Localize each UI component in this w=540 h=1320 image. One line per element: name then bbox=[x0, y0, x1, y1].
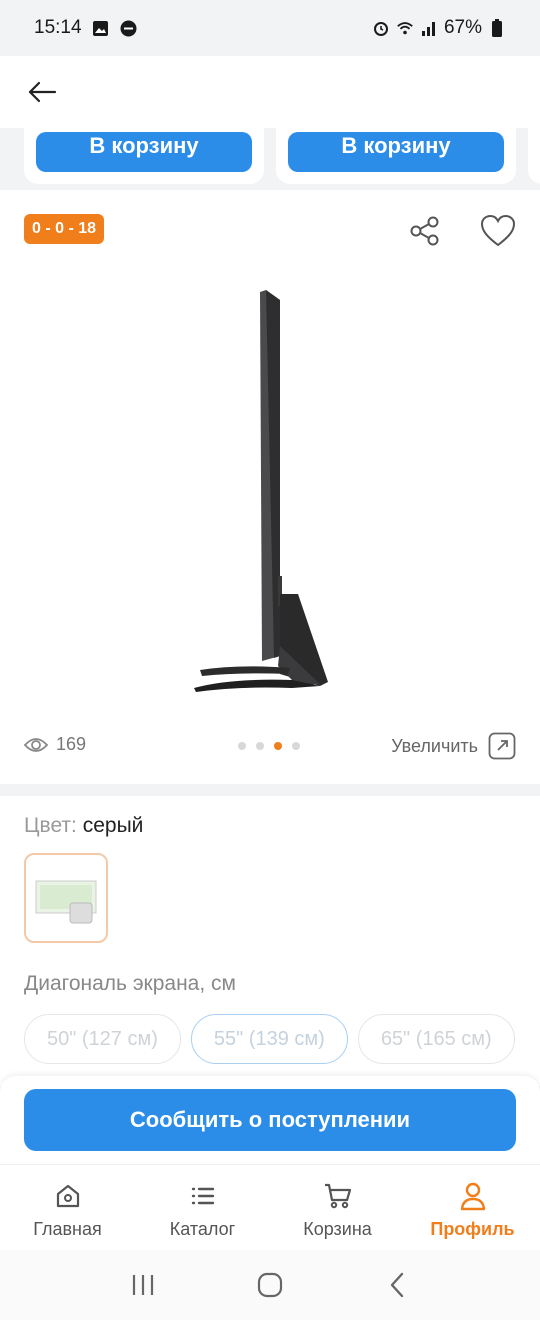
color-swatch-gray[interactable] bbox=[24, 853, 108, 943]
tab-label: Корзина bbox=[303, 1219, 372, 1239]
gallery-icon bbox=[92, 19, 110, 37]
tab-home[interactable]: Главная bbox=[0, 1165, 135, 1250]
carousel-dot[interactable] bbox=[238, 742, 246, 750]
cart-icon bbox=[323, 1181, 353, 1211]
share-icon bbox=[410, 216, 439, 246]
carousel-dot-active[interactable] bbox=[274, 742, 282, 750]
related-product-card: В корзину bbox=[276, 128, 516, 184]
back-button[interactable] bbox=[26, 76, 58, 108]
eye-icon bbox=[24, 737, 48, 752]
product-gallery: 0 - 0 - 18 169 Увеличить bbox=[0, 190, 540, 784]
related-products-strip: В корзину В корзину bbox=[0, 128, 540, 190]
tab-cart[interactable]: Корзина bbox=[270, 1165, 405, 1250]
status-bar: 15:14 67% bbox=[0, 0, 540, 56]
list-icon bbox=[188, 1181, 218, 1211]
color-label: Цвет: bbox=[24, 814, 77, 837]
home-circle-icon bbox=[257, 1272, 283, 1298]
signal-icon bbox=[420, 19, 438, 37]
product-image[interactable] bbox=[180, 286, 350, 706]
recent-apps-icon bbox=[133, 1275, 154, 1295]
views-counter: 169 bbox=[24, 734, 86, 755]
related-product-card: В корзину bbox=[24, 128, 264, 184]
expand-icon bbox=[488, 732, 516, 760]
diagonal-option-selected[interactable]: 55" (139 см) bbox=[190, 1014, 348, 1064]
alarm-icon bbox=[372, 19, 390, 37]
dnd-icon bbox=[120, 19, 138, 37]
color-selector-label: Цвет: серый bbox=[24, 814, 143, 838]
notify-availability-button[interactable]: Сообщить о поступлении bbox=[24, 1089, 516, 1151]
tab-label: Профиль bbox=[430, 1219, 515, 1239]
carousel-dot[interactable] bbox=[256, 742, 264, 750]
battery-icon bbox=[488, 19, 506, 37]
zoom-button[interactable]: Увеличить bbox=[391, 732, 516, 760]
chevron-left-icon bbox=[390, 1272, 403, 1298]
tab-catalog[interactable]: Каталог bbox=[135, 1165, 270, 1250]
status-time: 15:14 bbox=[34, 17, 82, 38]
diagonal-options: 50" (127 см) 55" (139 см) 65" (165 см) bbox=[24, 1014, 515, 1064]
battery-percent: 67% bbox=[443, 17, 482, 38]
related-product-card bbox=[528, 128, 540, 184]
recent-apps-button[interactable] bbox=[123, 1265, 163, 1305]
heart-icon bbox=[480, 214, 516, 247]
back-system-button[interactable] bbox=[377, 1265, 417, 1305]
diagonal-option[interactable]: 50" (127 см) bbox=[24, 1014, 181, 1064]
product-options: Цвет: серый Диагональ экрана, см 50" (12… bbox=[0, 796, 540, 1086]
carousel-dot[interactable] bbox=[292, 742, 300, 750]
home-system-button[interactable] bbox=[250, 1265, 290, 1305]
diagonal-title: Диагональ экрана, см bbox=[24, 972, 236, 995]
installment-badge: 0 - 0 - 18 bbox=[24, 214, 105, 244]
zoom-label: Увеличить bbox=[391, 735, 478, 756]
color-swatch-thumbnail bbox=[35, 880, 97, 924]
color-value: серый bbox=[82, 814, 144, 837]
top-bar bbox=[0, 56, 540, 128]
add-to-cart-button[interactable]: В корзину bbox=[288, 132, 504, 172]
tab-profile[interactable]: Профиль bbox=[405, 1165, 540, 1250]
tab-label: Каталог bbox=[169, 1219, 236, 1239]
system-navigation-bar bbox=[0, 1250, 540, 1320]
bottom-action-bar: Сообщить о поступлении bbox=[0, 1076, 540, 1164]
views-count: 169 bbox=[56, 734, 87, 754]
bottom-tab-bar: Главная Каталог Корзина Профиль bbox=[0, 1164, 540, 1250]
add-to-cart-button[interactable]: В корзину bbox=[36, 132, 252, 172]
tab-label: Главная bbox=[33, 1219, 102, 1239]
favorite-button[interactable] bbox=[480, 214, 516, 248]
carousel-dots bbox=[238, 742, 300, 750]
wifi-icon bbox=[396, 19, 414, 37]
share-button[interactable] bbox=[408, 214, 442, 248]
arrow-left-icon bbox=[28, 81, 57, 103]
profile-icon bbox=[458, 1181, 488, 1211]
home-icon bbox=[53, 1181, 83, 1211]
diagonal-option[interactable]: 65" (165 см) bbox=[357, 1014, 515, 1064]
